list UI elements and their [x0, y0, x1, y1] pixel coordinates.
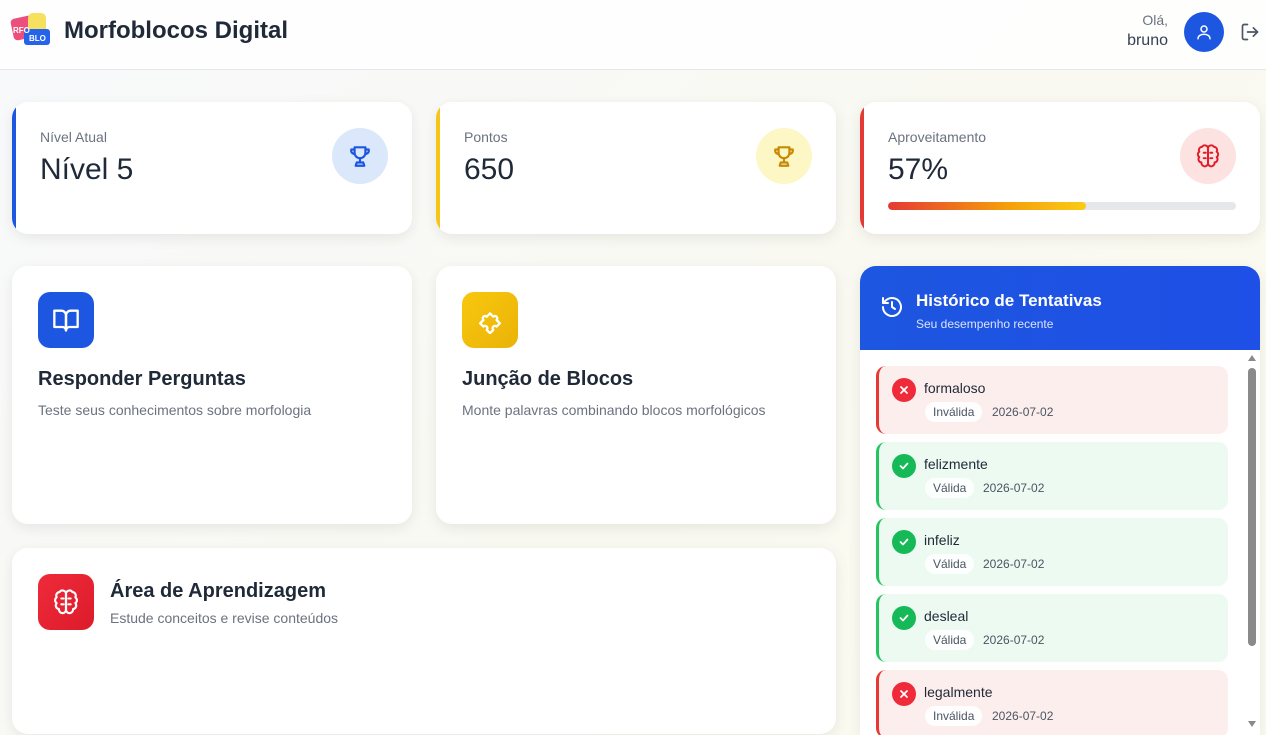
history-list[interactable]: formaloso Inválida 2026-07-02 felizmente Vál… — [876, 366, 1228, 735]
brain-icon — [1180, 128, 1236, 184]
history-scrollbar[interactable] — [1244, 350, 1260, 735]
progress-fill — [888, 202, 1087, 210]
stat-card-level: Nível Atual Nível 5 — [12, 102, 412, 234]
user-greeting: Olá, bruno — [1127, 11, 1168, 50]
history-entry: legalmente Inválida 2026-07-02 — [876, 670, 1228, 735]
card-title: Responder Perguntas — [38, 368, 246, 390]
history-entry: desleal Válida 2026-07-02 — [876, 594, 1228, 662]
check-icon — [892, 530, 916, 554]
entry-status-badge: Válida — [925, 478, 975, 498]
card-description: Monte palavras combinando blocos morfoló… — [462, 402, 766, 418]
entry-date: 2026-07-02 — [992, 405, 1054, 419]
history-header: Histórico de Tentativas Seu desempenho r… — [860, 266, 1260, 350]
entry-word: formaloso — [924, 380, 986, 396]
username: bruno — [1127, 32, 1168, 49]
user-icon — [1197, 25, 1211, 40]
stat-label: Nível Atual — [40, 129, 107, 145]
scroll-up-arrow-icon[interactable] — [1248, 355, 1256, 361]
juncao-de-blocos-card[interactable]: Junção de Blocos Monte palavras combinan… — [436, 266, 836, 524]
performance-progress-bar — [888, 202, 1236, 210]
check-icon — [892, 606, 916, 630]
stat-card-points: Pontos 650 — [436, 102, 836, 234]
svg-text:BLO: BLO — [29, 34, 46, 43]
x-icon — [892, 682, 916, 706]
history-title: Histórico de Tentativas — [916, 291, 1102, 310]
user-avatar-button[interactable] — [1184, 12, 1224, 52]
stat-value: Nível 5 — [40, 153, 134, 186]
check-icon — [892, 454, 916, 478]
entry-date: 2026-07-02 — [983, 557, 1045, 571]
history-entry: felizmente Válida 2026-07-02 — [876, 442, 1228, 510]
svg-text:RFO: RFO — [13, 26, 30, 35]
card-description: Estude conceitos e revise conteúdos — [110, 610, 339, 626]
trophy-icon — [756, 128, 812, 184]
responder-perguntas-card[interactable]: Responder Perguntas Teste seus conhecime… — [12, 266, 412, 524]
app-title: Morfoblocos Digital — [64, 17, 288, 44]
stat-card-performance: Aproveitamento 57% — [860, 102, 1260, 234]
entry-word: infeliz — [924, 532, 960, 548]
entry-date: 2026-07-02 — [983, 633, 1045, 647]
book-icon — [38, 292, 94, 348]
history-entry: formaloso Inválida 2026-07-02 — [876, 366, 1228, 434]
stat-value: 650 — [464, 153, 515, 186]
entry-word: legalmente — [924, 684, 993, 700]
entry-status-badge: Válida — [925, 630, 975, 650]
greeting-text: Olá, — [1142, 12, 1168, 28]
entry-date: 2026-07-02 — [992, 709, 1054, 723]
logout-icon — [1241, 23, 1259, 41]
history-icon — [882, 297, 902, 317]
logout-button[interactable] — [1238, 20, 1262, 44]
card-title: Área de Aprendizagem — [110, 580, 326, 602]
entry-date: 2026-07-02 — [983, 481, 1045, 495]
stat-label: Pontos — [464, 129, 508, 145]
history-panel: Histórico de Tentativas Seu desempenho r… — [860, 266, 1260, 735]
scroll-down-arrow-icon[interactable] — [1248, 721, 1256, 727]
card-title: Junção de Blocos — [462, 368, 634, 390]
puzzle-icon — [462, 292, 518, 348]
brain-icon — [38, 574, 94, 630]
history-entry: infeliz Válida 2026-07-02 — [876, 518, 1228, 586]
x-icon — [892, 378, 916, 402]
stat-value: 57% — [888, 153, 949, 186]
entry-word: desleal — [924, 608, 969, 624]
entry-status-badge: Inválida — [925, 706, 983, 726]
top-header: RFO BLO Morfoblocos Digital Olá, bruno — [0, 0, 1266, 70]
entry-status-badge: Inválida — [925, 402, 983, 422]
stat-label: Aproveitamento — [888, 129, 987, 145]
entry-word: felizmente — [924, 456, 988, 472]
morfoblocos-logo[interactable]: RFO BLO — [10, 11, 52, 53]
entry-status-badge: Válida — [925, 554, 975, 574]
area-de-aprendizagem-card[interactable]: Área de Aprendizagem Estude conceitos e … — [12, 548, 836, 734]
history-subtitle: Seu desempenho recente — [916, 317, 1054, 331]
trophy-icon — [332, 128, 388, 184]
scroll-thumb[interactable] — [1248, 368, 1256, 646]
card-description: Teste seus conhecimentos sobre morfologi… — [38, 402, 312, 418]
